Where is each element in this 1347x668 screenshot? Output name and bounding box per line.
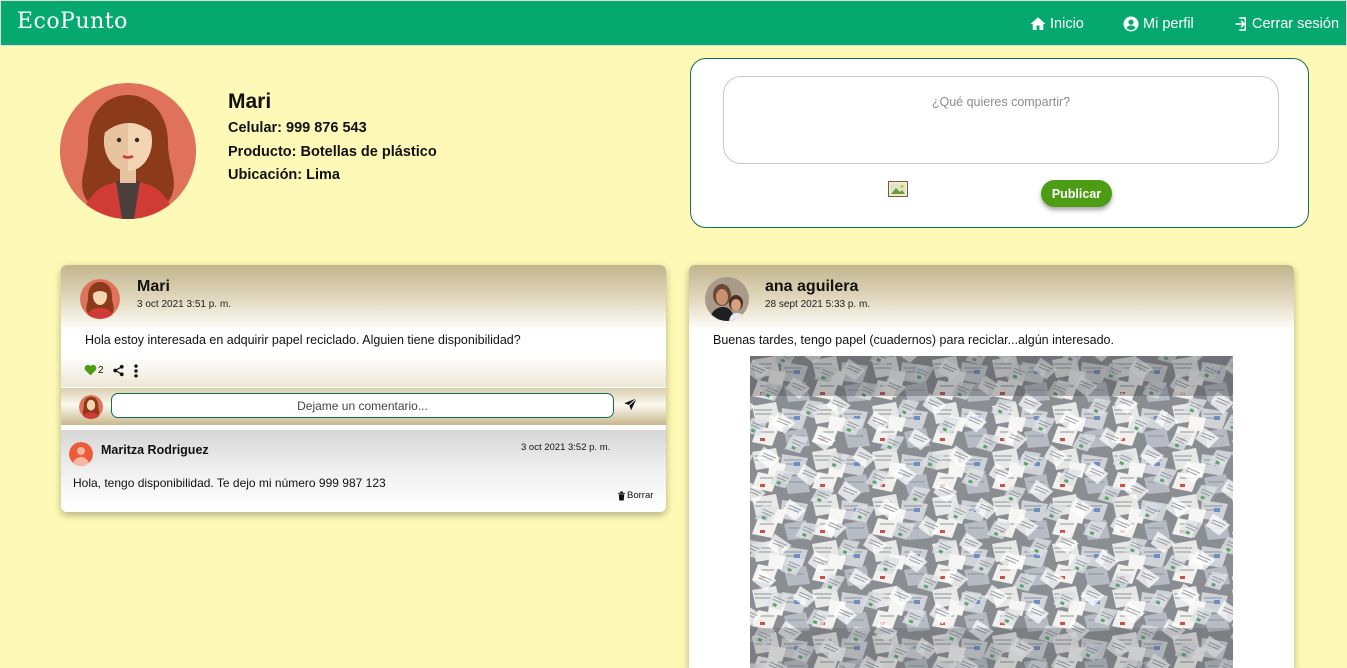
post-composer: ¿Qué quieres compartir? Publicar [690, 58, 1309, 228]
brand-logo[interactable]: EcoPunto [17, 9, 128, 34]
nav-cerrar-sesion-label: Cerrar sesión [1252, 16, 1340, 32]
comment-bar: Dejame un comentario... [61, 388, 666, 425]
post-card: ana aguilera 28 sept 2021 5:33 p. m. Bue… [689, 265, 1294, 668]
post-textarea[interactable]: ¿Qué quieres compartir? [723, 76, 1279, 164]
more-options-icon[interactable] [133, 364, 139, 378]
post-author-name[interactable]: ana aguilera [765, 278, 858, 296]
nav-inicio[interactable]: Inicio [1029, 13, 1084, 35]
profile-avatar [60, 83, 196, 219]
post-text: Buenas tardes, tengo papel (cuadernos) p… [713, 333, 1114, 347]
nav-cerrar-sesion[interactable]: Cerrar sesión [1231, 13, 1339, 35]
like-count: 2 [98, 364, 104, 376]
nav-mi-perfil-label: Mi perfil [1143, 16, 1194, 32]
like-button[interactable]: 2 [84, 364, 104, 376]
post-image-paper-pile[interactable] [750, 356, 1233, 668]
home-icon [1030, 17, 1046, 30]
image-upload-icon[interactable] [888, 181, 908, 197]
publish-button[interactable]: Publicar [1041, 180, 1112, 207]
user-circle-icon [1123, 16, 1139, 32]
post-card: Mari 3 oct 2021 3:51 p. m. Hola estoy in… [61, 265, 666, 512]
delete-comment-button[interactable]: Borrar [617, 490, 653, 501]
post-header [689, 265, 1294, 331]
woman-avatar-illustration [60, 83, 196, 219]
comment-input[interactable]: Dejame un comentario... [111, 393, 614, 418]
profile-product: Producto: Botellas de plástico [228, 144, 437, 160]
user-photo [705, 277, 749, 321]
post-author-avatar[interactable] [80, 279, 120, 319]
commenter-avatar [79, 395, 103, 419]
profile-name: Mari [228, 90, 272, 113]
comment-date: 3 oct 2021 3:52 p. m. [521, 442, 611, 453]
top-navbar: EcoPunto Inicio Mi perfil Cerrar sesión [0, 0, 1347, 46]
post-actions: 2 [61, 357, 666, 387]
paper-pile-photo [750, 356, 1233, 668]
profile-location: Ubicación: Lima [228, 167, 340, 183]
share-icon[interactable] [112, 364, 125, 377]
heart-icon [84, 364, 97, 376]
post-date: 28 sept 2021 5:33 p. m. [765, 299, 871, 310]
woman-avatar-small [80, 279, 120, 319]
post-text: Hola estoy interesada en adquirir papel … [85, 333, 521, 347]
comment-author-name[interactable]: Maritza Rodriguez [101, 443, 209, 457]
post-date: 3 oct 2021 3:51 p. m. [137, 299, 231, 310]
delete-label: Borrar [627, 490, 654, 501]
post-author-name[interactable]: Mari [137, 278, 170, 296]
profile-phone: Celular: 999 876 543 [228, 120, 367, 136]
post-author-avatar[interactable] [705, 277, 749, 321]
comment-author-avatar [69, 442, 93, 466]
post-header [61, 265, 666, 331]
send-icon[interactable] [623, 397, 638, 412]
comment-item: Maritza Rodriguez 3 oct 2021 3:52 p. m. … [61, 430, 666, 512]
user-placeholder-icon [69, 442, 93, 466]
logout-icon [1235, 17, 1246, 31]
comment-text: Hola, tengo disponibilidad. Te dejo mi n… [73, 476, 386, 490]
trash-icon [617, 491, 626, 500]
nav-inicio-label: Inicio [1050, 16, 1084, 32]
nav-mi-perfil[interactable]: Mi perfil [1122, 13, 1194, 35]
woman-avatar-mini [79, 395, 103, 419]
